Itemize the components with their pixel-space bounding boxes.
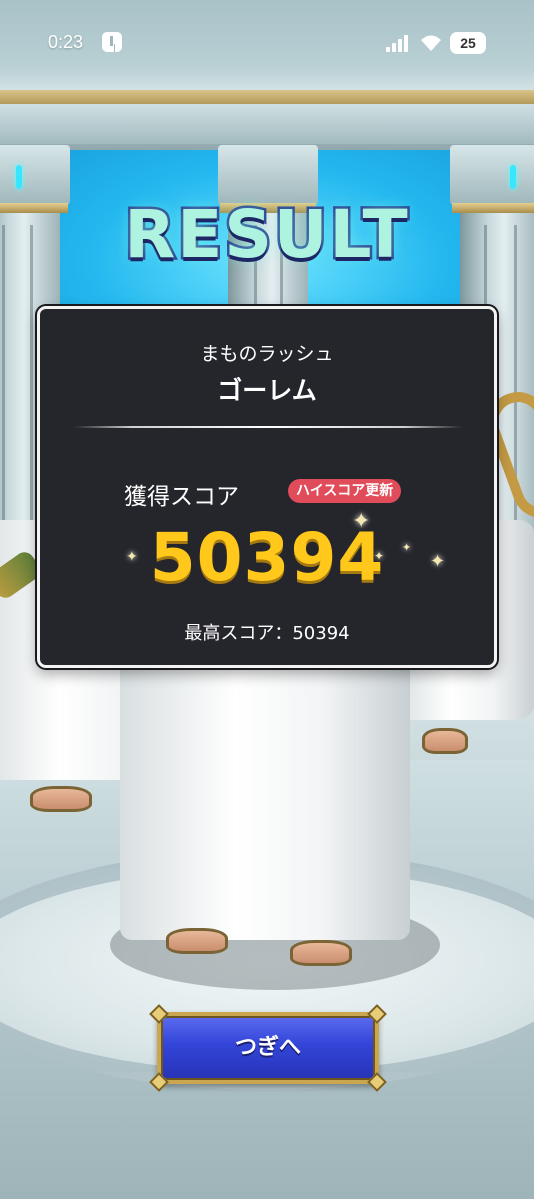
ceiling-beam — [0, 104, 534, 144]
panel-divider — [74, 426, 462, 428]
next-button-label: つぎへ — [234, 1035, 301, 1060]
score-label: 獲得スコア — [124, 484, 239, 510]
status-time: 0:23 — [48, 32, 84, 52]
result-title: RESULT — [122, 194, 410, 276]
character-main-robe — [120, 640, 410, 940]
ceiling-gold-band — [0, 90, 534, 104]
game-screen: 0:23 25 RESULT まものラッシュ ゴーレム 獲得スコア ハイスコア更… — [0, 0, 534, 1199]
next-button[interactable]: つぎへ — [149, 1004, 387, 1092]
boss-name: ゴーレム — [217, 376, 317, 405]
foot-right-character — [422, 728, 468, 754]
foot-left-character — [30, 786, 92, 812]
battery-icon: 25 — [450, 32, 486, 54]
status-bar: 0:23 25 — [0, 28, 534, 58]
foot-main-right — [290, 940, 352, 966]
signal-icon — [386, 34, 410, 52]
result-panel: まものラッシュ ゴーレム 獲得スコア ハイスコア更新 ✦ ✦ ✦ ✦ ✦ 503… — [37, 306, 497, 668]
foot-main-left — [166, 928, 228, 954]
best-score: 最高スコア：50394 — [184, 623, 350, 644]
score-value: 50394 — [149, 519, 385, 596]
highscore-badge: ハイスコア更新 — [288, 479, 402, 503]
notification-icon — [102, 32, 122, 52]
wifi-icon — [421, 35, 441, 51]
game-mode-label: まものラッシュ — [200, 343, 334, 365]
